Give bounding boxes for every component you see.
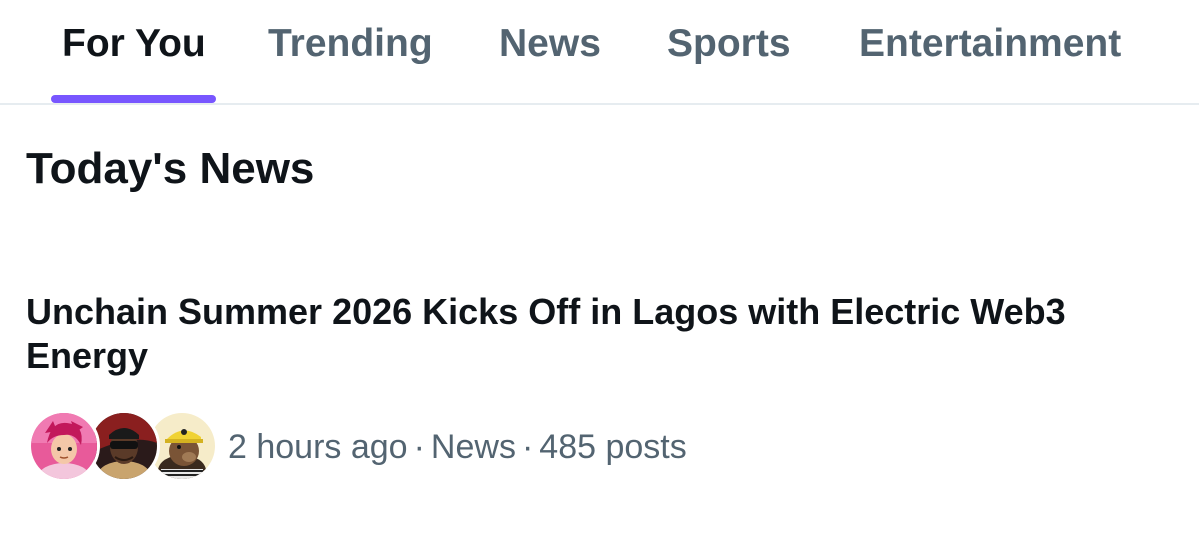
- separator-dot: ·: [413, 428, 425, 466]
- tab-entertainment[interactable]: Entertainment: [859, 18, 1121, 70]
- tab-bar: For You Trending News Sports Entertainme…: [0, 0, 1199, 105]
- story-post-count: 485 posts: [539, 428, 687, 466]
- avatar-group[interactable]: [28, 408, 218, 484]
- active-tab-indicator: [51, 95, 216, 103]
- news-headline[interactable]: Unchain Summer 2026 Kicks Off in Lagos w…: [26, 290, 1106, 378]
- story-category: News: [430, 428, 516, 466]
- tab-news[interactable]: News: [499, 18, 601, 70]
- section-title: Today's News: [26, 144, 315, 193]
- tab-for-you[interactable]: For You: [62, 18, 206, 70]
- story-meta-text: 2 hours ago · News · 485 posts: [228, 426, 687, 468]
- explore-page: For You Trending News Sports Entertainme…: [0, 0, 1199, 539]
- story-time: 2 hours ago: [228, 428, 408, 466]
- pink-anime-avatar-icon: [28, 410, 100, 482]
- tab-sports[interactable]: Sports: [667, 18, 791, 70]
- separator-dot: ·: [521, 428, 534, 466]
- tab-trending[interactable]: Trending: [268, 18, 433, 70]
